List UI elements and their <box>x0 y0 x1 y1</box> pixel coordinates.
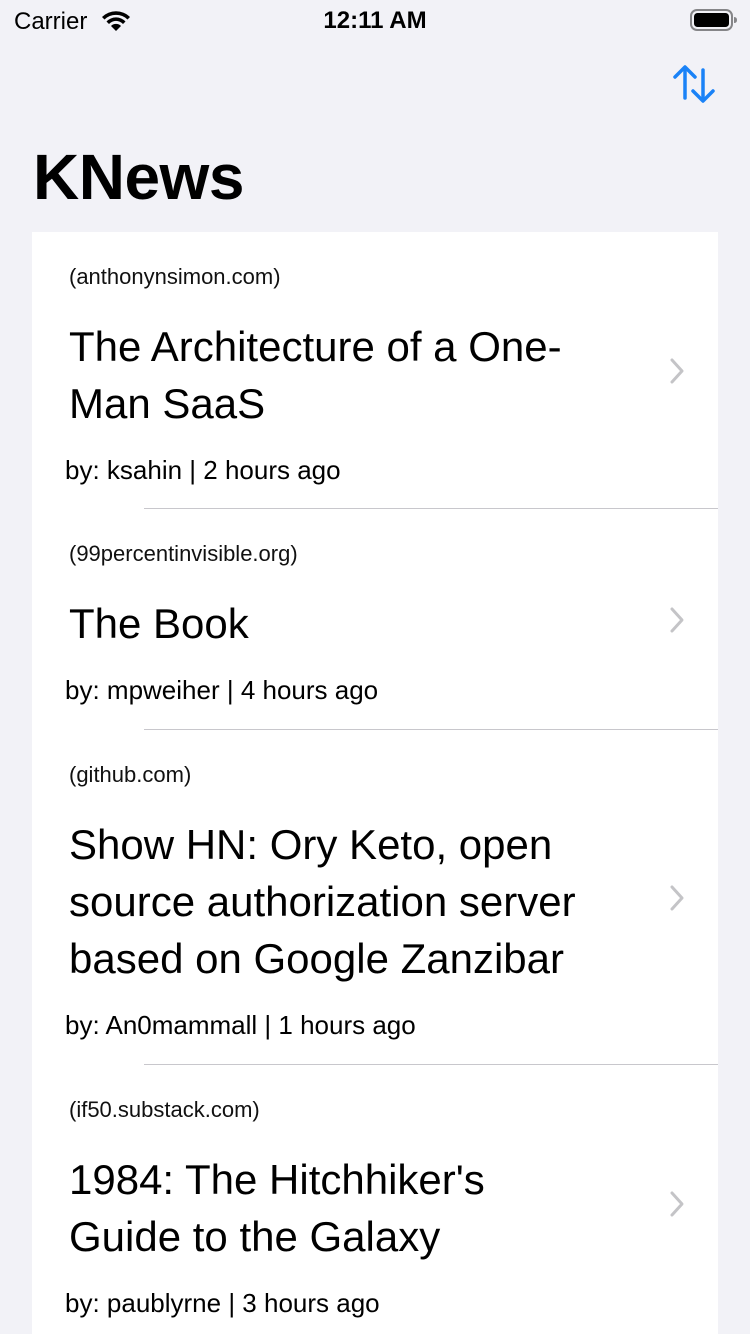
story-title-line: Guide to the Galaxy <box>69 1213 441 1260</box>
story-title: 1984: The Hitchhiker's Guide to the Gala… <box>69 1151 639 1265</box>
story-domain: (github.com) <box>69 762 192 787</box>
chevron-right-icon <box>670 358 684 384</box>
story-title-line: based on Google Zanzibar <box>69 935 564 982</box>
status-time: 12:11 AM <box>323 7 427 34</box>
story-row[interactable]: (if50.substack.com) 1984: The Hitchhiker… <box>32 1065 718 1334</box>
story-meta: by: paublyrne | 3 hours ago <box>65 1288 380 1318</box>
story-title: The Architecture of a One- Man SaaS <box>69 318 639 432</box>
sort-button[interactable] <box>670 62 718 108</box>
story-title-line: The Book <box>69 600 249 647</box>
story-title-line: The Architecture of a One- <box>69 323 562 370</box>
story-meta: by: mpweiher | 4 hours ago <box>65 675 379 705</box>
story-domain: (anthonynsimon.com) <box>69 264 281 289</box>
story-row[interactable]: (anthonynsimon.com) The Architecture of … <box>32 232 718 509</box>
sort-arrows-icon <box>673 65 715 103</box>
story-row[interactable]: (99percentinvisible.org) The Book by: mp… <box>32 509 718 730</box>
story-title-line: Show HN: Ory Keto, open <box>69 821 553 868</box>
story-title: Show HN: Ory Keto, open source authoriza… <box>69 816 639 987</box>
story-row[interactable]: (github.com) Show HN: Ory Keto, open sou… <box>32 730 718 1065</box>
chevron-right-icon <box>670 607 684 633</box>
story-domain: (99percentinvisible.org) <box>69 541 298 566</box>
story-meta: by: An0mammall | 1 hours ago <box>65 1010 416 1040</box>
story-meta: by: ksahin | 2 hours ago <box>65 455 341 485</box>
chevron-right-icon <box>670 1191 684 1217</box>
story-title-line: source authorization server <box>69 878 576 925</box>
story-title-line: Man SaaS <box>69 380 266 427</box>
story-domain: (if50.substack.com) <box>69 1097 260 1122</box>
chevron-right-icon <box>670 885 684 911</box>
story-title: The Book <box>69 595 639 652</box>
battery-icon <box>690 9 737 31</box>
page-title: KNews <box>33 141 244 213</box>
status-bar: Carrier 12:11 AM <box>0 0 750 40</box>
story-title-line: 1984: The Hitchhiker's <box>69 1156 485 1203</box>
story-list: (anthonynsimon.com) The Architecture of … <box>32 232 718 1334</box>
